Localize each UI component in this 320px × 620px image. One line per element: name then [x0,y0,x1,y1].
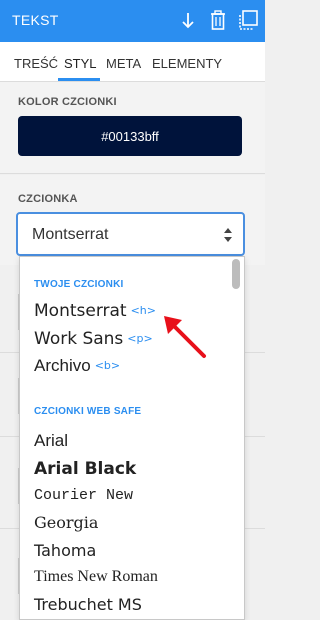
font-option-courier-new[interactable]: Courier New [34,487,133,504]
font-option-times-new-roman[interactable]: Times New Roman [34,568,158,586]
font-option-work-sans[interactable]: Work Sans <p> [34,329,153,349]
font-select[interactable]: Montserrat [16,212,245,256]
font-option-label: Archivo [34,356,91,375]
dropdown-group-user-fonts: TWOJE CZCIONKI [34,279,124,290]
font-color-swatch-button[interactable]: #00133bff [18,116,242,156]
panel-header: TEKST [0,0,265,42]
tab-elements[interactable]: ELEMENTY [152,56,222,71]
font-dropdown: TWOJE CZCIONKI Montserrat <h> Work Sans <p… [19,256,245,620]
font-select-value: Montserrat [32,226,109,243]
font-label: CZCIONKA [18,193,78,205]
font-option-arial-black[interactable]: Arial Black [34,459,136,479]
dropdown-scrollbar-thumb[interactable] [232,259,240,289]
dropdown-scrollbar[interactable] [232,259,240,619]
duplicate-icon[interactable] [237,9,259,31]
active-tab-indicator [58,78,100,81]
font-option-label: Montserrat [34,301,127,321]
font-tag: <b> [94,359,121,372]
tab-meta[interactable]: META [106,56,141,71]
font-option-archivo[interactable]: Archivo <b> [34,356,120,376]
select-arrows-icon [224,228,232,242]
font-color-label: KOLOR CZCIONKI [18,96,117,108]
font-option-arial[interactable]: Arial [34,431,68,451]
trash-icon[interactable] [208,9,228,31]
font-option-montserrat[interactable]: Montserrat <h> [34,301,156,321]
dropdown-group-websafe-fonts: CZCIONKI WEB SAFE [34,406,142,417]
font-tag: <p> [127,332,153,345]
tab-bar: TREŚĆ STYL META ELEMENTY [0,42,265,82]
font-option-georgia[interactable]: Georgia [34,513,98,532]
red-annotation-arrow-icon [164,316,206,358]
font-tag: <h> [130,304,156,317]
font-option-trebuchet-ms[interactable]: Trebuchet MS [34,595,142,614]
font-option-label: Work Sans [34,329,124,349]
panel-title: TEKST [12,12,59,28]
arrow-down-icon[interactable] [181,9,195,31]
tab-style[interactable]: STYL [64,56,97,71]
font-option-tahoma[interactable]: Tahoma [34,541,96,560]
tab-content[interactable]: TREŚĆ [14,56,58,71]
